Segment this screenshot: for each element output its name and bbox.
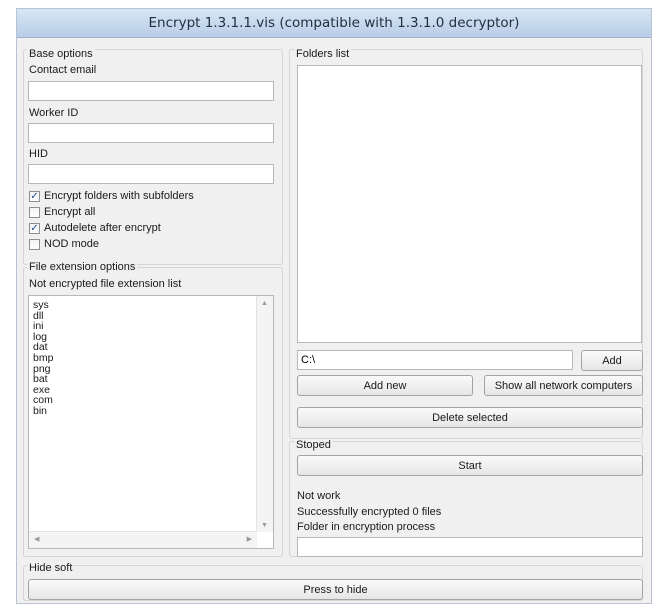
worker-id-field[interactable] bbox=[28, 123, 274, 143]
checkbox-encrypt-all[interactable]: Encrypt all bbox=[29, 205, 95, 219]
not-encrypted-extension-list-label: Not encrypted file extension list bbox=[29, 278, 182, 290]
scroll-right-arrow-icon[interactable]: ▶ bbox=[247, 535, 252, 543]
scroll-left-arrow-icon[interactable]: ◀ bbox=[34, 535, 39, 543]
checkbox-encrypt-folders-subfolders[interactable]: ✓ Encrypt folders with subfolders bbox=[29, 189, 194, 203]
list-item[interactable]: bmp bbox=[33, 353, 53, 364]
file-extension-options-label: File extension options bbox=[27, 261, 138, 274]
delete-selected-button[interactable]: Delete selected bbox=[297, 407, 643, 428]
empty-checkbox-icon[interactable] bbox=[29, 206, 40, 218]
encrypted-count-text: Successfully encrypted 0 files bbox=[297, 506, 442, 518]
checkbox-label: Encrypt all bbox=[44, 206, 96, 218]
checkbox-label: Encrypt folders with subfolders bbox=[44, 190, 194, 202]
folder-in-process-field[interactable] bbox=[297, 537, 643, 557]
checkmark-icon[interactable]: ✓ bbox=[29, 190, 40, 202]
hide-soft-label: Hide soft bbox=[27, 562, 75, 575]
folders-list-label: Folders list bbox=[294, 48, 352, 61]
checkmark-icon[interactable]: ✓ bbox=[29, 222, 40, 234]
start-button[interactable]: Start bbox=[297, 455, 643, 476]
horizontal-scrollbar[interactable]: ◀ ▶ bbox=[29, 531, 257, 548]
add-new-button[interactable]: Add new bbox=[297, 375, 473, 396]
contact-email-label: Contact email bbox=[29, 64, 97, 76]
checkbox-autodelete[interactable]: ✓ Autodelete after encrypt bbox=[29, 221, 161, 235]
worker-id-label: Worker ID bbox=[29, 107, 79, 119]
hid-field[interactable] bbox=[28, 164, 274, 184]
folder-in-process-label: Folder in encryption process bbox=[297, 521, 436, 533]
window-title: Encrypt 1.3.1.1.vis (compatible with 1.3… bbox=[17, 9, 651, 38]
show-network-computers-button[interactable]: Show all network computers bbox=[484, 375, 643, 396]
list-item[interactable]: bin bbox=[33, 406, 53, 417]
folder-path-field[interactable] bbox=[297, 350, 573, 370]
folders-listbox[interactable] bbox=[297, 65, 642, 343]
add-button[interactable]: Add bbox=[581, 350, 643, 371]
scroll-down-arrow-icon[interactable]: ▼ bbox=[261, 522, 268, 529]
status-label: Stoped bbox=[294, 439, 333, 452]
checkbox-label: Autodelete after encrypt bbox=[44, 222, 161, 234]
extension-list[interactable]: sys dll ini log dat bmp png bat exe com … bbox=[28, 295, 274, 549]
press-to-hide-button[interactable]: Press to hide bbox=[28, 579, 643, 600]
contact-email-field[interactable] bbox=[28, 81, 274, 101]
hid-label: HID bbox=[29, 148, 48, 160]
app-window: Encrypt 1.3.1.1.vis (compatible with 1.3… bbox=[16, 8, 652, 604]
base-options-label: Base options bbox=[27, 48, 95, 61]
vertical-scrollbar[interactable]: ▲ ▼ bbox=[256, 296, 273, 532]
empty-checkbox-icon[interactable] bbox=[29, 238, 40, 250]
checkbox-nod-mode[interactable]: NOD mode bbox=[29, 237, 99, 251]
list-item[interactable]: sys bbox=[33, 300, 53, 311]
checkbox-label: NOD mode bbox=[44, 238, 100, 250]
work-state-text: Not work bbox=[297, 490, 341, 502]
extension-items: sys dll ini log dat bmp png bat exe com … bbox=[33, 300, 53, 417]
scroll-up-arrow-icon[interactable]: ▲ bbox=[261, 300, 268, 307]
